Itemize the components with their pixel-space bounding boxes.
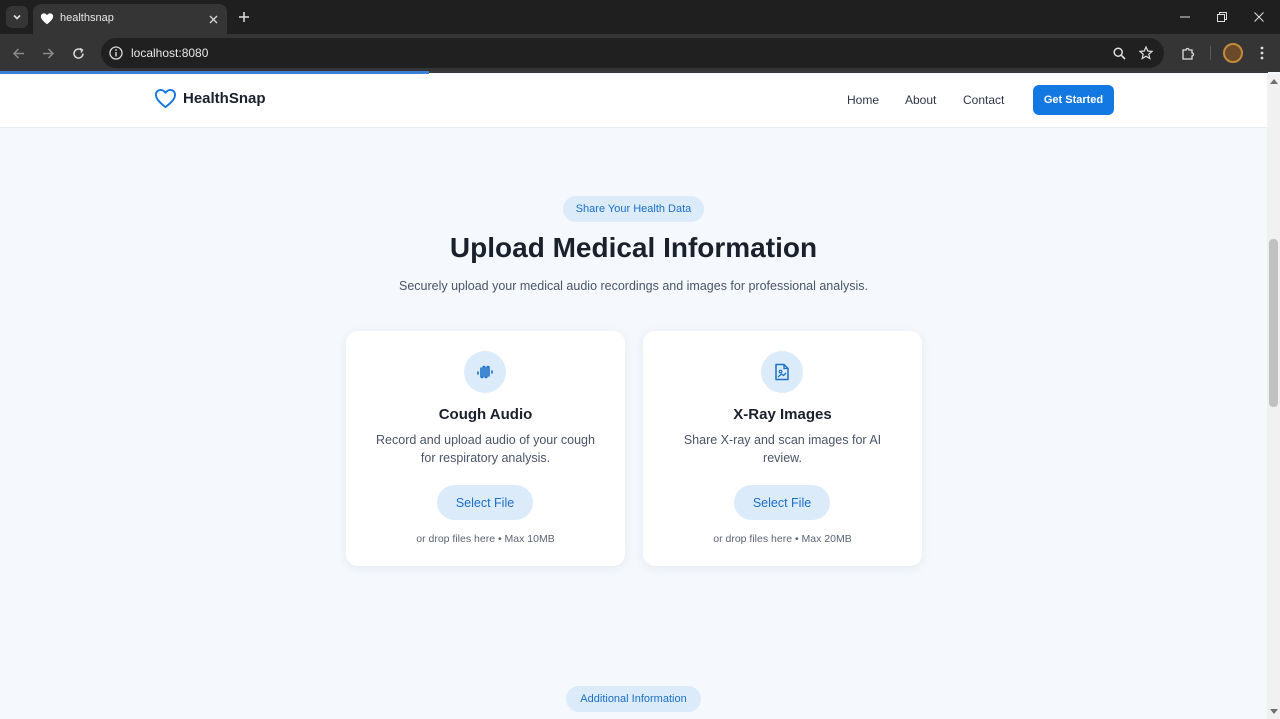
toolbar-divider (1210, 46, 1211, 60)
restore-window-button[interactable] (1209, 5, 1235, 29)
select-file-button-xray[interactable]: Select File (734, 485, 830, 520)
tab-close-button[interactable] (205, 11, 221, 27)
scroll-up-arrow-icon[interactable] (1270, 79, 1278, 84)
bookmark-button[interactable] (1138, 45, 1154, 61)
page-scrollbar[interactable] (1267, 74, 1280, 719)
upload-card-cough-audio: Cough Audio Record and upload audio of y… (346, 331, 625, 566)
close-window-button[interactable] (1246, 5, 1272, 29)
additional-info-badge: Additional Information (566, 686, 701, 712)
nav-link-contact[interactable]: Contact (963, 93, 1004, 107)
heart-favicon-icon (40, 13, 54, 25)
upload-card-xray-images: X-Ray Images Share X-ray and scan images… (643, 331, 922, 566)
nav-link-home[interactable]: Home (847, 93, 879, 107)
browser-tab[interactable]: healthsnap (33, 4, 227, 34)
nav-link-about[interactable]: About (905, 93, 936, 107)
heart-icon (154, 88, 176, 109)
browser-tab-bar: healthsnap (0, 0, 1280, 34)
browser-toolbar: localhost:8080 (0, 34, 1280, 72)
tab-search-button[interactable] (6, 6, 28, 28)
card-upload-note: or drop files here • Max 10MB (416, 533, 555, 545)
zoom-icon (1112, 46, 1126, 60)
puzzle-icon (1181, 47, 1194, 60)
audio-waveform-icon (477, 365, 493, 379)
new-tab-button[interactable] (234, 7, 254, 27)
minimize-icon (1180, 16, 1190, 18)
scrollbar-thumb[interactable] (1269, 239, 1278, 407)
star-icon (1139, 46, 1153, 60)
tab-title: healthsnap (60, 12, 114, 24)
page-subtitle: Securely upload your medical audio recor… (398, 279, 868, 293)
image-file-icon (775, 363, 789, 381)
profile-avatar[interactable] (1223, 43, 1243, 63)
scroll-down-arrow-icon[interactable] (1270, 709, 1278, 714)
page-load-progress (0, 71, 1268, 74)
plus-icon (239, 12, 249, 22)
reload-icon (72, 47, 84, 59)
minimize-window-button[interactable] (1172, 5, 1198, 29)
arrow-right-icon (42, 47, 54, 59)
card-icon-badge (464, 351, 506, 393)
reload-button[interactable] (67, 42, 89, 64)
brand-logo[interactable]: HealthSnap (154, 88, 266, 109)
section-badge: Share Your Health Data (563, 196, 704, 222)
site-header: HealthSnap Home About Contact Get Starte… (0, 74, 1267, 128)
back-button[interactable] (7, 42, 29, 64)
extensions-button[interactable] (1179, 44, 1197, 62)
card-description: Share X-ray and scan images for AI revie… (683, 433, 882, 465)
restore-icon (1217, 12, 1227, 22)
forward-button[interactable] (37, 42, 59, 64)
chevron-down-icon (13, 14, 21, 20)
url-text[interactable]: localhost:8080 (131, 46, 208, 60)
site-info-icon[interactable] (109, 46, 123, 60)
card-title: X-Ray Images (733, 406, 832, 423)
page-viewport: HealthSnap Home About Contact Get Starte… (0, 74, 1267, 719)
address-bar[interactable]: localhost:8080 (101, 38, 1164, 68)
card-description: Record and upload audio of your cough fo… (376, 433, 595, 465)
zoom-button[interactable] (1111, 45, 1127, 61)
more-vert-icon (1260, 46, 1264, 60)
select-file-button-audio[interactable]: Select File (437, 485, 533, 520)
get-started-button[interactable]: Get Started (1033, 85, 1114, 115)
browser-menu-button[interactable] (1253, 44, 1271, 62)
card-title: Cough Audio (438, 406, 533, 423)
arrow-left-icon (12, 47, 24, 59)
close-icon (209, 15, 217, 23)
card-upload-note: or drop files here • Max 20MB (713, 533, 852, 545)
brand-name: HealthSnap (183, 90, 266, 107)
page-title: Upload Medical Information (449, 232, 818, 263)
card-icon-badge (761, 351, 803, 393)
close-icon (1254, 12, 1264, 22)
